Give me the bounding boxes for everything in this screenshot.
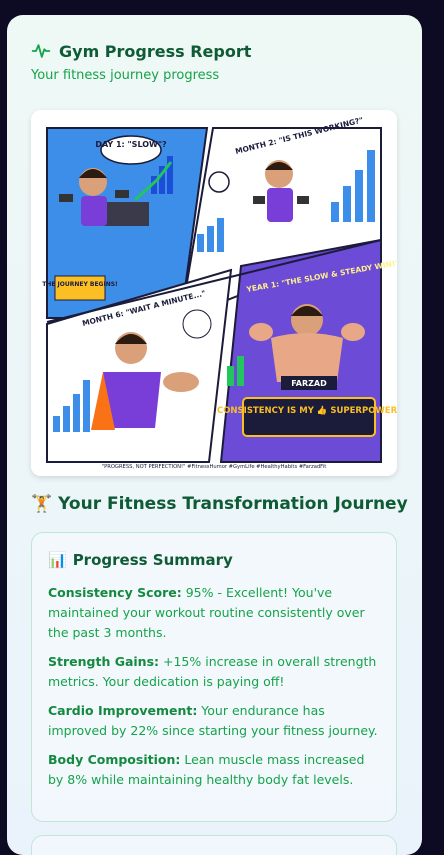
report-header: Gym Progress Report [31,41,251,61]
bar-chart-icon: 📊 [48,551,67,569]
progress-comic-image: DAY 1: "SLOW"? THE JOURNEY BEGINS! MONTH… [31,110,397,476]
report-title: Gym Progress Report [59,41,252,61]
comic-illustration: DAY 1: "SLOW"? THE JOURNEY BEGINS! MONTH… [31,110,397,476]
report-subtitle: Your fitness journey progress [31,68,220,83]
report-card: Gym Progress Report Your fitness journey… [7,15,422,855]
progress-summary-card: 📊 Progress Summary Consistency Score: 95… [31,532,397,822]
name-tag: FARZAD [291,379,327,388]
weightlifter-icon: 🏋️ [31,494,53,514]
summary-heading: 📊 Progress Summary [48,551,233,569]
summary-item-strength: Strength Gains: +15% increase in overall… [48,654,377,689]
journey-heading: 🏋️ Your Fitness Transformation Journey [31,494,408,514]
journey-title: Your Fitness Transformation Journey [58,494,408,514]
summary-item-cardio: Cardio Improvement: Your endurance has i… [48,703,378,738]
next-section-card [31,835,397,855]
summary-title: Progress Summary [72,551,233,569]
summary-item-body: Body Composition: Lean muscle mass incre… [48,752,365,787]
hashtag-footer: "PROGRESS, NOT PERFECTION!" #FitnessHumo… [102,464,327,470]
summary-item-consistency: Consistency Score: 95% - Excellent! You'… [48,585,365,640]
journey-badge: THE JOURNEY BEGINS! [42,281,118,288]
activity-pulse-icon [31,44,51,58]
consistency-banner: CONSISTENCY IS MY 👍 SUPERPOWER! [217,405,397,416]
summary-list: Consistency Score: 95% - Excellent! You'… [48,583,382,799]
label-day1: DAY 1: "SLOW"? [95,140,167,149]
